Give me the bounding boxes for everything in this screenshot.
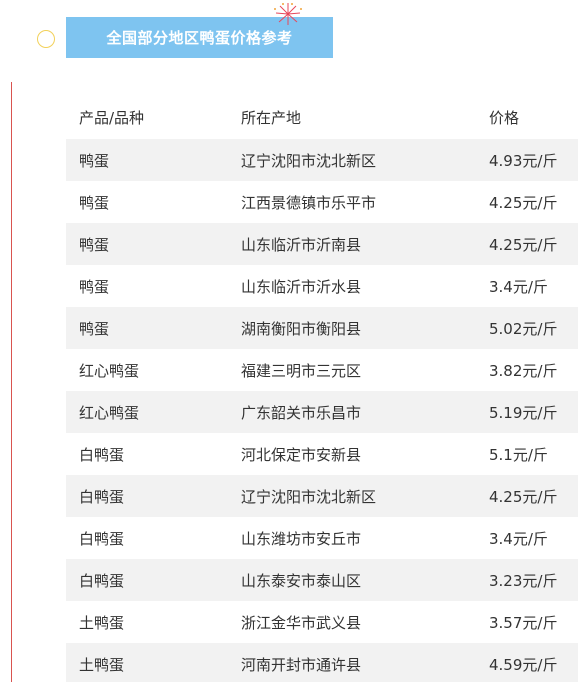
cell-origin: 辽宁沈阳市沈北新区 (241, 475, 489, 517)
cell-origin: 广东韶关市乐昌市 (241, 391, 489, 433)
cell-price: 4.25元/斤 (489, 223, 578, 265)
cell-product: 鸭蛋 (66, 139, 241, 181)
cell-product: 鸭蛋 (66, 223, 241, 265)
cell-price: 3.4元/斤 (489, 265, 578, 307)
cell-origin: 湖南衡阳市衡阳县 (241, 307, 489, 349)
table-header-row: 产品/品种 所在产地 价格 (66, 95, 578, 139)
cell-product: 白鸭蛋 (66, 517, 241, 559)
header-origin: 所在产地 (241, 108, 302, 127)
table-row: 鸭蛋 辽宁沈阳市沈北新区 4.93元/斤 (66, 139, 578, 181)
cell-price: 3.57元/斤 (489, 601, 578, 643)
table-row: 土鸭蛋 河南开封市通许县 4.59元/斤 (66, 643, 578, 682)
cell-product: 土鸭蛋 (66, 643, 241, 682)
cell-price: 4.59元/斤 (489, 643, 578, 682)
cell-price: 4.25元/斤 (489, 181, 578, 223)
cell-price: 3.4元/斤 (489, 517, 578, 559)
table-row: 鸭蛋 山东临沂市沂南县 4.25元/斤 (66, 223, 578, 265)
header-product: 产品/品种 (79, 108, 145, 127)
header-price: 价格 (489, 108, 520, 127)
cell-price: 3.82元/斤 (489, 349, 578, 391)
cell-product: 红心鸭蛋 (66, 349, 241, 391)
cell-origin: 河北保定市安新县 (241, 433, 489, 475)
cell-product: 白鸭蛋 (66, 433, 241, 475)
table-row: 鸭蛋 湖南衡阳市衡阳县 5.02元/斤 (66, 307, 578, 349)
table-row: 土鸭蛋 浙江金华市武义县 3.57元/斤 (66, 601, 578, 643)
cell-product: 红心鸭蛋 (66, 391, 241, 433)
price-table: 产品/品种 所在产地 价格 鸭蛋 辽宁沈阳市沈北新区 4.93元/斤 鸭蛋 江西… (66, 95, 578, 682)
cell-price: 4.25元/斤 (489, 475, 578, 517)
cell-product: 白鸭蛋 (66, 559, 241, 601)
cell-origin: 浙江金华市武义县 (241, 601, 489, 643)
cell-product: 鸭蛋 (66, 181, 241, 223)
cell-product: 土鸭蛋 (66, 601, 241, 643)
circle-icon (37, 30, 55, 48)
vertical-rule (11, 82, 12, 682)
cell-price: 5.02元/斤 (489, 307, 578, 349)
cell-origin: 河南开封市通许县 (241, 643, 489, 682)
cell-product: 白鸭蛋 (66, 475, 241, 517)
cell-origin: 山东潍坊市安丘市 (241, 517, 489, 559)
cell-price: 5.19元/斤 (489, 391, 578, 433)
cell-product: 鸭蛋 (66, 265, 241, 307)
cell-origin: 山东临沂市沂水县 (241, 265, 489, 307)
cell-price: 5.1元/斤 (489, 433, 578, 475)
table-row: 白鸭蛋 山东泰安市泰山区 3.23元/斤 (66, 559, 578, 601)
cell-origin: 山东临沂市沂南县 (241, 223, 489, 265)
cell-origin: 山东泰安市泰山区 (241, 559, 489, 601)
table-row: 白鸭蛋 辽宁沈阳市沈北新区 4.25元/斤 (66, 475, 578, 517)
cell-price: 4.93元/斤 (489, 139, 578, 181)
page-title: 全国部分地区鸭蛋价格参考 (106, 29, 293, 47)
cell-price: 3.23元/斤 (489, 559, 578, 601)
cell-origin: 福建三明市三元区 (241, 349, 489, 391)
table-row: 白鸭蛋 山东潍坊市安丘市 3.4元/斤 (66, 517, 578, 559)
table-row: 鸭蛋 江西景德镇市乐平市 4.25元/斤 (66, 181, 578, 223)
page: 全国部分地区鸭蛋价格参考 产品/品种 所在产地 价格 鸭蛋 辽宁沈阳市沈北新区 … (0, 0, 578, 682)
table-row: 白鸭蛋 河北保定市安新县 5.1元/斤 (66, 433, 578, 475)
firework-icon (274, 3, 302, 25)
table-row: 红心鸭蛋 广东韶关市乐昌市 5.19元/斤 (66, 391, 578, 433)
cell-origin: 江西景德镇市乐平市 (241, 181, 489, 223)
table-row: 鸭蛋 山东临沂市沂水县 3.4元/斤 (66, 265, 578, 307)
table-row: 红心鸭蛋 福建三明市三元区 3.82元/斤 (66, 349, 578, 391)
cell-origin: 辽宁沈阳市沈北新区 (241, 139, 489, 181)
cell-product: 鸭蛋 (66, 307, 241, 349)
